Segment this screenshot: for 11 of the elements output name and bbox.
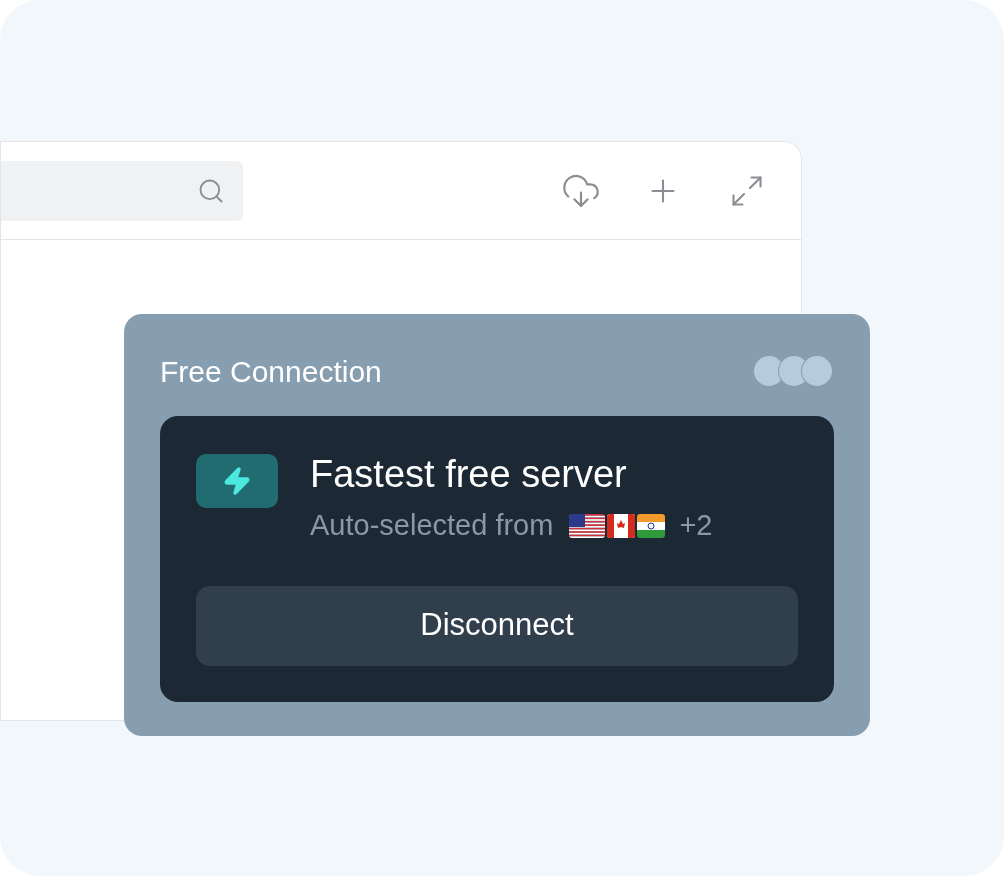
popup-title: Free Connection	[160, 353, 382, 390]
more-count: +2	[679, 508, 713, 543]
flag-icon	[569, 513, 606, 538]
server-subtitle: Auto-selected from	[310, 508, 554, 543]
lightning-icon	[196, 454, 278, 508]
disconnect-button[interactable]: Disconnect	[196, 585, 798, 666]
dots-icon	[754, 354, 834, 388]
search-field[interactable]	[1, 160, 243, 221]
flag-icon	[637, 513, 666, 538]
flag-icon	[607, 513, 636, 538]
server-name: Fastest free server	[310, 452, 628, 496]
